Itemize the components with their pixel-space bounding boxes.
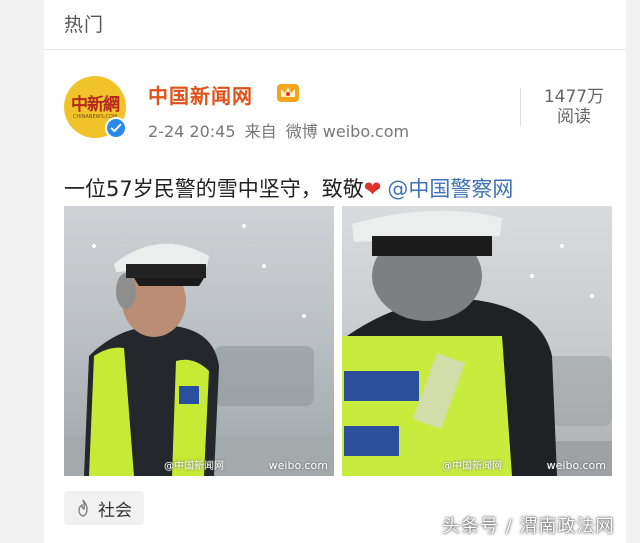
post-body: 一位57岁民警的雪中坚守，致敬 <box>64 177 364 201</box>
stats-divider <box>520 88 521 126</box>
post-text: 一位57岁民警的雪中坚守，致敬❤ @中国警察网 <box>64 173 513 203</box>
image-2-watermark-source: @中国新闻网 <box>442 461 502 472</box>
mention-link[interactable]: @中国警察网 <box>387 177 513 201</box>
flame-icon <box>78 499 88 517</box>
reads-label: 阅读 <box>557 107 591 127</box>
heart-icon: ❤ <box>363 177 382 201</box>
post-image-2[interactable]: @中国新闻网 weibo.com <box>342 206 612 476</box>
category-tag-label: 社会 <box>98 500 132 521</box>
post-meta: 2-24 20:45 来自 微博 weibo.com <box>148 118 413 142</box>
category-tag[interactable]: 社会 <box>64 491 144 525</box>
source-prefix: 来自 <box>244 122 277 141</box>
footer-watermark: 头条号 / 渭南政法网 <box>442 516 615 537</box>
avatar-logo-text: 中新網 <box>71 95 120 115</box>
page-margin-left <box>0 0 44 543</box>
post-card[interactable]: 中新網 CHINANEWS.COM 中国新闻网 2-24 20:45 来自 微博… <box>44 58 626 543</box>
post-date: 2-24 20:45 <box>148 122 236 141</box>
post-source: 微博 weibo.com <box>285 122 410 141</box>
page-margin-right <box>626 0 640 543</box>
image-1-watermark-source: @中国新闻网 <box>164 461 224 472</box>
crown-icon <box>276 82 300 104</box>
section-title: 热门 <box>64 14 105 36</box>
verified-icon <box>105 117 127 139</box>
image-1-watermark: weibo.com <box>268 459 328 472</box>
post-image-1[interactable]: @中国新闻网 weibo.com <box>64 206 334 476</box>
section-header: 热门 <box>44 0 626 50</box>
author-name[interactable]: 中国新闻网 <box>148 80 253 109</box>
image-2-watermark: weibo.com <box>546 459 606 472</box>
